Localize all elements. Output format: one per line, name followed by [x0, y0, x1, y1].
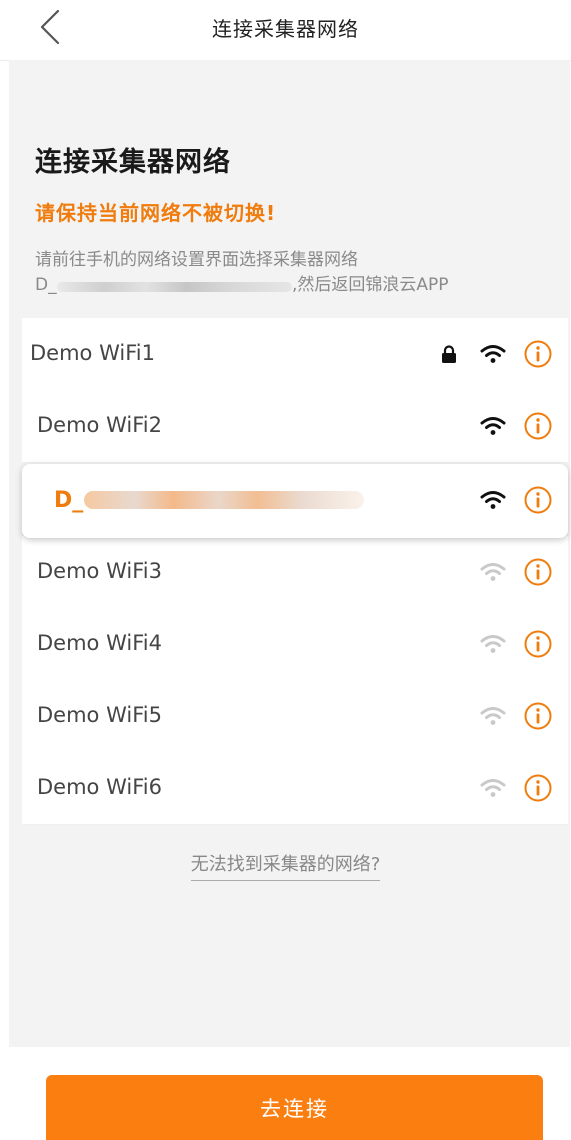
info-icon[interactable]: [523, 557, 553, 587]
info-icon[interactable]: [523, 485, 553, 515]
wifi-signal-icon: [480, 779, 506, 797]
wifi-row[interactable]: Demo WiFi3: [22, 536, 568, 609]
instruction-line2: ,然后返回锦浪云APP: [292, 275, 449, 295]
warning-text: 请保持当前网络不被切换!: [35, 201, 277, 225]
wifi-signal-icon: [480, 563, 506, 581]
wifi-name: Demo WiFi6: [37, 775, 162, 799]
wifi-signal-icon: [480, 345, 506, 363]
lock-icon-wrap: [440, 344, 458, 368]
wifi-icon-wrap: [480, 705, 506, 731]
wifi-row[interactable]: Demo WiFi4: [22, 608, 568, 681]
instruction-network-prefix: D_: [35, 275, 57, 295]
info-icon-wrap[interactable]: [523, 485, 553, 519]
blurred-wifi-name: [84, 491, 364, 509]
help-link-wrap: 无法找到采集器的网络?: [0, 850, 571, 881]
wifi-icon-wrap: [480, 561, 506, 587]
cannot-find-network-link[interactable]: 无法找到采集器的网络?: [190, 850, 381, 881]
wifi-name: D_: [54, 488, 84, 513]
wifi-name: Demo WiFi4: [37, 631, 162, 655]
blurred-network-name: [57, 282, 292, 292]
info-icon-wrap[interactable]: [523, 701, 553, 735]
lock-icon: [442, 345, 456, 363]
wifi-name: Demo WiFi5: [37, 703, 162, 727]
wifi-name: Demo WiFi3: [37, 559, 162, 583]
wifi-signal-icon: [480, 707, 506, 725]
wifi-icon-wrap: [480, 415, 506, 441]
wifi-icon-wrap: [480, 343, 506, 369]
wifi-row[interactable]: Demo WiFi2: [22, 390, 568, 463]
wifi-signal-icon: [480, 491, 506, 509]
info-icon-wrap[interactable]: [523, 557, 553, 591]
wifi-icon-wrap: [480, 633, 506, 659]
header-title: 连接采集器网络: [212, 17, 359, 41]
instruction-line1: 请前往手机的网络设置界面选择采集器网络: [35, 250, 358, 270]
info-icon-wrap[interactable]: [523, 339, 553, 373]
wifi-name: Demo WiFi2: [37, 413, 162, 437]
wifi-row-selected[interactable]: D_: [22, 464, 568, 538]
wifi-row[interactable]: Demo WiFi5: [22, 680, 568, 753]
wifi-icon-wrap: [480, 489, 506, 515]
info-icon[interactable]: [523, 339, 553, 369]
info-icon[interactable]: [523, 629, 553, 659]
info-icon-wrap[interactable]: [523, 629, 553, 663]
info-icon-wrap[interactable]: [523, 773, 553, 807]
wifi-icon-wrap: [480, 777, 506, 803]
info-icon[interactable]: [523, 773, 553, 803]
top-bar: 连接采集器网络: [0, 0, 571, 61]
wifi-row[interactable]: Demo WiFi6: [22, 752, 568, 825]
wifi-name: Demo WiFi1: [30, 341, 155, 365]
info-icon-wrap[interactable]: [523, 411, 553, 445]
wifi-signal-icon: [480, 635, 506, 653]
wifi-row[interactable]: Demo WiFi1: [22, 318, 568, 391]
info-icon[interactable]: [523, 701, 553, 731]
wifi-signal-icon: [480, 417, 506, 435]
page-title: 连接采集器网络: [35, 147, 231, 178]
info-icon[interactable]: [523, 411, 553, 441]
connect-button[interactable]: 去连接: [46, 1075, 543, 1140]
